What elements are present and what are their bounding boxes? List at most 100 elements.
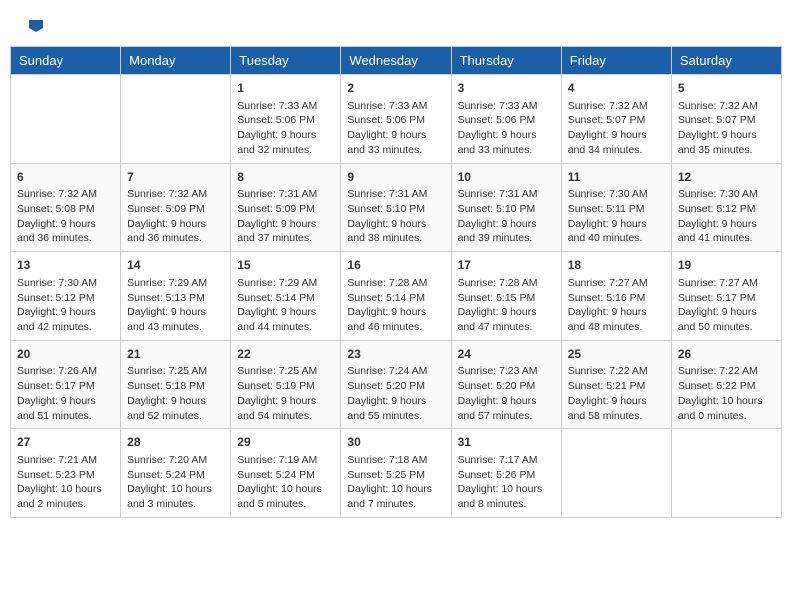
day-number: 14 (127, 257, 224, 274)
cell-info-line: Sunset: 5:22 PM (678, 379, 775, 394)
page-header (10, 10, 782, 41)
cell-info-line: Sunrise: 7:17 AM (458, 453, 555, 468)
cell-info-line: and 32 minutes. (237, 143, 334, 158)
day-header-friday: Friday (561, 47, 671, 75)
day-number: 11 (568, 169, 665, 186)
cell-info-line: Sunrise: 7:31 AM (237, 187, 334, 202)
cell-info-line: Daylight: 10 hours (678, 394, 775, 409)
cell-info-line: Sunset: 5:17 PM (678, 291, 775, 306)
calendar-cell: 12Sunrise: 7:30 AMSunset: 5:12 PMDayligh… (671, 163, 781, 252)
cell-info-line: Daylight: 9 hours (347, 128, 444, 143)
cell-info-line: Daylight: 9 hours (237, 394, 334, 409)
cell-info-line: Daylight: 9 hours (127, 217, 224, 232)
cell-info-line: Sunset: 5:17 PM (17, 379, 114, 394)
calendar-cell (121, 75, 231, 164)
day-number: 30 (347, 434, 444, 451)
day-number: 28 (127, 434, 224, 451)
day-number: 10 (458, 169, 555, 186)
cell-info-line: Sunrise: 7:33 AM (347, 99, 444, 114)
calendar-cell: 23Sunrise: 7:24 AMSunset: 5:20 PMDayligh… (341, 340, 451, 429)
cell-info-line: Sunset: 5:06 PM (237, 113, 334, 128)
cell-info-line: and 2 minutes. (17, 497, 114, 512)
day-number: 31 (458, 434, 555, 451)
cell-info-line: and 46 minutes. (347, 320, 444, 335)
cell-info-line: Sunrise: 7:31 AM (347, 187, 444, 202)
calendar-week-row: 1Sunrise: 7:33 AMSunset: 5:06 PMDaylight… (11, 75, 782, 164)
cell-info-line: Daylight: 10 hours (347, 482, 444, 497)
day-number: 15 (237, 257, 334, 274)
cell-info-line: Sunset: 5:06 PM (347, 113, 444, 128)
cell-info-line: Daylight: 10 hours (458, 482, 555, 497)
day-number: 21 (127, 346, 224, 363)
cell-info-line: Sunset: 5:11 PM (568, 202, 665, 217)
day-number: 6 (17, 169, 114, 186)
cell-info-line: Sunrise: 7:26 AM (17, 364, 114, 379)
day-number: 22 (237, 346, 334, 363)
cell-info-line: Sunset: 5:21 PM (568, 379, 665, 394)
cell-info-line: Sunset: 5:24 PM (127, 468, 224, 483)
cell-info-line: Daylight: 10 hours (127, 482, 224, 497)
calendar-cell: 3Sunrise: 7:33 AMSunset: 5:06 PMDaylight… (451, 75, 561, 164)
cell-info-line: and 42 minutes. (17, 320, 114, 335)
cell-info-line: Sunset: 5:20 PM (458, 379, 555, 394)
cell-info-line: Sunset: 5:18 PM (127, 379, 224, 394)
calendar-week-row: 6Sunrise: 7:32 AMSunset: 5:08 PMDaylight… (11, 163, 782, 252)
cell-info-line: and 41 minutes. (678, 231, 775, 246)
cell-info-line: and 44 minutes. (237, 320, 334, 335)
day-number: 7 (127, 169, 224, 186)
cell-info-line: Sunset: 5:07 PM (568, 113, 665, 128)
cell-info-line: Sunrise: 7:28 AM (347, 276, 444, 291)
cell-info-line: Sunrise: 7:22 AM (568, 364, 665, 379)
cell-info-line: Daylight: 9 hours (678, 128, 775, 143)
calendar-cell: 24Sunrise: 7:23 AMSunset: 5:20 PMDayligh… (451, 340, 561, 429)
cell-info-line: Daylight: 9 hours (347, 305, 444, 320)
logo-flag-icon (27, 18, 45, 36)
cell-info-line: and 51 minutes. (17, 409, 114, 424)
calendar-cell (11, 75, 121, 164)
cell-info-line: Daylight: 9 hours (127, 305, 224, 320)
cell-info-line: Sunrise: 7:32 AM (17, 187, 114, 202)
cell-info-line: and 8 minutes. (458, 497, 555, 512)
calendar-week-row: 13Sunrise: 7:30 AMSunset: 5:12 PMDayligh… (11, 252, 782, 341)
cell-info-line: Daylight: 9 hours (237, 217, 334, 232)
day-number: 26 (678, 346, 775, 363)
cell-info-line: Daylight: 9 hours (678, 217, 775, 232)
day-number: 19 (678, 257, 775, 274)
calendar-cell: 11Sunrise: 7:30 AMSunset: 5:11 PMDayligh… (561, 163, 671, 252)
cell-info-line: Daylight: 9 hours (17, 394, 114, 409)
calendar-cell: 9Sunrise: 7:31 AMSunset: 5:10 PMDaylight… (341, 163, 451, 252)
logo (25, 20, 45, 36)
cell-info-line: Sunset: 5:16 PM (568, 291, 665, 306)
cell-info-line: and 36 minutes. (127, 231, 224, 246)
cell-info-line: Daylight: 9 hours (678, 305, 775, 320)
cell-info-line: Sunrise: 7:33 AM (237, 99, 334, 114)
day-header-monday: Monday (121, 47, 231, 75)
cell-info-line: Sunset: 5:12 PM (678, 202, 775, 217)
calendar-week-row: 20Sunrise: 7:26 AMSunset: 5:17 PMDayligh… (11, 340, 782, 429)
cell-info-line: Daylight: 9 hours (347, 217, 444, 232)
calendar-cell: 5Sunrise: 7:32 AMSunset: 5:07 PMDaylight… (671, 75, 781, 164)
calendar-cell: 15Sunrise: 7:29 AMSunset: 5:14 PMDayligh… (231, 252, 341, 341)
cell-info-line: and 54 minutes. (237, 409, 334, 424)
cell-info-line: Sunrise: 7:24 AM (347, 364, 444, 379)
cell-info-line: Daylight: 9 hours (568, 305, 665, 320)
day-header-thursday: Thursday (451, 47, 561, 75)
cell-info-line: Daylight: 9 hours (458, 305, 555, 320)
day-number: 18 (568, 257, 665, 274)
day-number: 23 (347, 346, 444, 363)
cell-info-line: Sunset: 5:09 PM (237, 202, 334, 217)
cell-info-line: Sunset: 5:13 PM (127, 291, 224, 306)
day-number: 1 (237, 80, 334, 97)
cell-info-line: Daylight: 9 hours (458, 217, 555, 232)
cell-info-line: Sunrise: 7:27 AM (568, 276, 665, 291)
cell-info-line: Sunrise: 7:18 AM (347, 453, 444, 468)
cell-info-line: and 35 minutes. (678, 143, 775, 158)
calendar-cell: 16Sunrise: 7:28 AMSunset: 5:14 PMDayligh… (341, 252, 451, 341)
calendar-cell: 19Sunrise: 7:27 AMSunset: 5:17 PMDayligh… (671, 252, 781, 341)
cell-info-line: Sunset: 5:26 PM (458, 468, 555, 483)
cell-info-line: Daylight: 9 hours (237, 128, 334, 143)
cell-info-line: and 37 minutes. (237, 231, 334, 246)
cell-info-line: Sunset: 5:15 PM (458, 291, 555, 306)
calendar-table: SundayMondayTuesdayWednesdayThursdayFrid… (10, 46, 782, 518)
cell-info-line: Daylight: 9 hours (127, 394, 224, 409)
